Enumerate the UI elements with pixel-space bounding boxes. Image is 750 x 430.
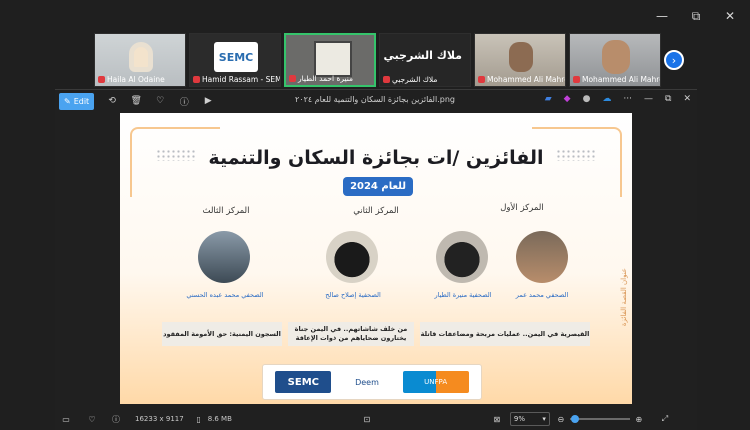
mic-muted-icon	[289, 75, 296, 82]
slideshow-icon[interactable]: ▶	[202, 95, 214, 107]
winner-photo	[326, 231, 378, 283]
participant-video	[129, 42, 153, 72]
winner-photo	[516, 231, 568, 283]
info-icon[interactable]: ⓘ	[178, 95, 190, 108]
story-title: السجون اليمنية: حق الأمومة المفقود	[162, 322, 282, 346]
minimize-icon[interactable]: —	[644, 94, 653, 104]
actual-size-icon[interactable]: ⊠	[492, 414, 502, 424]
close-icon[interactable]: ✕	[724, 9, 736, 23]
participant-video	[314, 41, 352, 77]
image-dimensions: 16233 x 9117	[135, 415, 184, 423]
file-icon: ▯	[196, 414, 201, 424]
participant-name: Mohammed Ali Mahro...	[573, 75, 660, 84]
onedrive-icon[interactable]: ☁	[602, 94, 611, 104]
more-icon[interactable]: ···	[623, 94, 632, 104]
fullscreen-icon[interactable]: ⤢	[660, 414, 670, 424]
journalist-name: الصحفية إصلاح صالح	[325, 291, 381, 299]
mic-muted-icon	[193, 76, 200, 83]
toolbar-right: ▰ ◆ ● ☁ ··· — ⧉ ✕	[545, 94, 691, 104]
image-icon[interactable]: ▰	[545, 94, 552, 104]
window-controls: — ⧉ ✕	[656, 9, 736, 24]
chevron-down-icon: ▾	[542, 415, 546, 423]
side-label: عنوان القصة الفائزة	[620, 268, 628, 327]
participant-tile-active-speaker[interactable]: منيرة احمد الطيار	[284, 33, 376, 87]
photos-toolbar: ✎ Edit ⟲ 🗑 ♡ ⓘ ▶ الفائزين بجائزة السكان و…	[55, 90, 697, 112]
rotate-icon[interactable]: ⟲	[106, 95, 118, 107]
mic-muted-icon	[478, 76, 485, 83]
participant-name: منيرة احمد الطيار	[289, 74, 353, 83]
mic-muted-icon	[573, 76, 580, 83]
winner-photo	[436, 231, 488, 283]
poster-image: الفائزين /ات بجائزة السكان والتنمية للعا…	[120, 113, 632, 404]
fit-icon[interactable]: ⊡	[362, 414, 372, 424]
photos-statusbar: ▭ ♡ ⓘ 16233 x 9117 ▯ 8.6 MB ⊡ ⊠ 9% ▾ ⊖ ⊕ …	[55, 408, 697, 430]
participant-tile[interactable]: ملاك الشرجبي ملاك الشرجبي	[379, 33, 471, 87]
mic-muted-icon	[98, 76, 105, 83]
info-icon[interactable]: ⓘ	[111, 414, 121, 424]
participant-name: Hamid Rassam - SEMC	[193, 75, 280, 84]
restore-icon[interactable]: ⧉	[665, 94, 671, 104]
third-place-label: المركز الثالث	[202, 206, 250, 216]
minimize-icon[interactable]: —	[656, 9, 668, 23]
zoom-slider-knob[interactable]	[570, 415, 579, 423]
first-place-label: المركز الأول	[500, 203, 544, 213]
share-icon[interactable]: ●	[583, 94, 591, 104]
unfpa-logo: UNFPA	[402, 371, 469, 393]
poster-title: الفائزين /ات بجائزة السكان والتنمية	[208, 147, 544, 169]
story-title: من خلف شاشاتهم.. في اليمن جناة يختارون ض…	[288, 322, 414, 346]
year-badge: للعام 2024	[343, 177, 413, 196]
meeting-window: — ⧉ ✕ Haila Al Odaine SEMC Hamid Rassam …	[0, 0, 750, 430]
zoom-slider[interactable]	[569, 415, 630, 423]
participant-tile[interactable]: Mohammed Ali Mahro...	[569, 33, 661, 87]
favorite-icon[interactable]: ♡	[87, 414, 97, 424]
mic-muted-icon	[383, 76, 390, 83]
participant-name: Mohammed Ali Mahro...	[478, 75, 565, 84]
file-title: الفائزين بجائزة السكان والتنمية للعام ٢٠…	[295, 95, 455, 104]
participant-tile[interactable]: Haila Al Odaine	[94, 33, 186, 87]
semc-logo: SEMC	[214, 42, 258, 72]
edit-icon: ✎	[64, 96, 71, 106]
participant-video	[602, 40, 630, 74]
second-place-label: المركز الثاني	[353, 206, 399, 216]
next-participants-button[interactable]: ›	[664, 50, 684, 70]
participant-strip: Haila Al Odaine SEMC Hamid Rassam - SEMC…	[94, 33, 661, 87]
chevron-right-icon: ›	[671, 53, 677, 67]
participant-display-name: ملاك الشرجبي	[383, 49, 462, 62]
zoom-select[interactable]: 9% ▾	[509, 412, 550, 426]
participant-video	[509, 42, 533, 72]
journalist-name: الصحفي محمد عبده الحسني	[186, 291, 264, 299]
restore-icon[interactable]: ⧉	[690, 9, 702, 23]
edit-button[interactable]: ✎ Edit	[59, 92, 95, 110]
journalist-name: الصحفي محمد عمر	[515, 291, 569, 299]
close-icon[interactable]: ✕	[683, 94, 691, 104]
delete-icon[interactable]: 🗑	[130, 95, 142, 107]
pen-icon[interactable]: ◆	[564, 94, 571, 104]
participant-name: ملاك الشرجبي	[383, 75, 437, 84]
semc-logo: SEMC	[275, 371, 332, 393]
winner-photo	[198, 231, 250, 283]
story-title: القيصرية في اليمن.. عمليات مربحة ومضاعفا…	[420, 322, 590, 346]
zoom-in-icon[interactable]: ⊕	[634, 414, 644, 424]
photos-viewer: ✎ Edit ⟲ 🗑 ♡ ⓘ ▶ الفائزين بجائزة السكان و…	[55, 89, 697, 430]
journalist-name: الصحفية منيرة الطيار	[434, 291, 492, 299]
sponsor-logos: SEMC Deem UNFPA	[262, 364, 482, 400]
participant-name: Haila Al Odaine	[98, 75, 165, 84]
participant-tile[interactable]: Mohammed Ali Mahro...	[474, 33, 566, 87]
participant-tile[interactable]: SEMC Hamid Rassam - SEMC	[189, 33, 281, 87]
zoom-out-icon[interactable]: ⊖	[556, 414, 566, 424]
filmstrip-icon[interactable]: ▭	[61, 414, 71, 424]
favorite-icon[interactable]: ♡	[154, 95, 166, 107]
deem-logo: Deem	[355, 377, 379, 387]
file-size: 8.6 MB	[207, 415, 232, 423]
